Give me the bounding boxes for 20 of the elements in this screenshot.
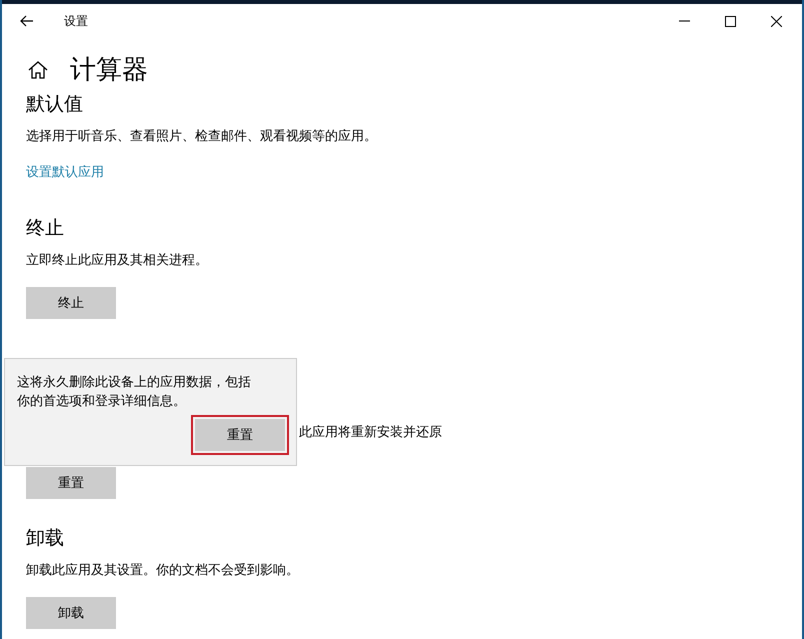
section-description: 卸载此应用及其设置。你的文档不会受到影响。 — [26, 562, 300, 579]
home-icon[interactable] — [28, 60, 48, 78]
section-description: 立即终止此应用及其相关进程。 — [26, 252, 209, 269]
page-title: 计算器 — [70, 54, 148, 87]
action-button[interactable]: 终止 — [26, 287, 116, 319]
confirm-reset-button[interactable]: 重置 — [195, 419, 285, 451]
maximize-icon[interactable] — [725, 16, 736, 26]
section-description: 选择用于听音乐、查看照片、检查邮件、观看视频等的应用。 — [26, 128, 378, 145]
action-button[interactable]: 重置 — [26, 467, 116, 499]
section-title: 默认值 — [26, 92, 84, 117]
action-button[interactable]: 卸载 — [26, 597, 116, 629]
close-icon[interactable] — [771, 16, 782, 26]
set-defaults-link[interactable]: 设置默认应用 — [26, 163, 104, 181]
back-arrow-icon[interactable] — [20, 15, 34, 27]
window-title: 设置 — [64, 12, 88, 30]
flyout-message: 这将永久删除此设备上的应用数据，包括你的首选项和登录详细信息。 — [17, 374, 252, 411]
minimize-icon[interactable] — [679, 20, 690, 22]
section-title: 卸载 — [26, 526, 65, 551]
section-title: 终止 — [26, 216, 65, 241]
section-description: 此应用将重新安装并还原 — [299, 424, 442, 441]
